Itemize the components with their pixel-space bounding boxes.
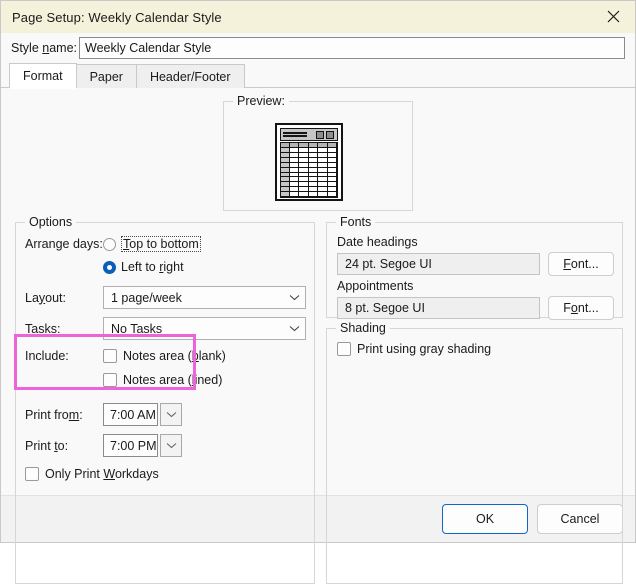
close-icon[interactable] bbox=[591, 1, 635, 32]
chevron-down-icon[interactable] bbox=[160, 403, 182, 426]
preview-grid-cell bbox=[327, 192, 337, 197]
print-to-value[interactable]: 7:00 PM bbox=[103, 434, 158, 457]
shading-group: Shading Print using gray shading bbox=[326, 321, 623, 584]
date-headings-font-button[interactable]: Font... bbox=[548, 252, 614, 276]
tab-format[interactable]: Format bbox=[9, 63, 77, 89]
print-to-row: Print to: 7:00 PM bbox=[25, 434, 182, 457]
print-from-row: Print from: 7:00 AM bbox=[25, 403, 182, 426]
preview-group: Preview: bbox=[223, 94, 413, 211]
include-row-2: Notes area (lined) bbox=[103, 373, 222, 387]
layout-dropdown[interactable]: 1 page/week bbox=[103, 286, 306, 309]
print-from-value[interactable]: 7:00 AM bbox=[103, 403, 158, 426]
preview-grid-cell bbox=[299, 192, 309, 197]
fonts-group: Fonts Date headings 24 pt. Segoe UI Font… bbox=[326, 215, 623, 320]
style-name-input[interactable] bbox=[79, 37, 625, 59]
preview-grid-cell bbox=[290, 192, 300, 197]
tab-paper[interactable]: Paper bbox=[75, 64, 137, 88]
tasks-row: Tasks: No Tasks bbox=[25, 317, 306, 340]
checkbox-only-print-workdays-label[interactable]: Only Print Workdays bbox=[45, 467, 159, 481]
tasks-value: No Tasks bbox=[111, 321, 163, 336]
chevron-down-icon[interactable] bbox=[160, 434, 182, 457]
layout-value: 1 page/week bbox=[111, 290, 182, 305]
options-legend: Options bbox=[25, 215, 77, 229]
checkbox-print-using-gray-shading[interactable] bbox=[337, 342, 351, 356]
appointments-font-button[interactable]: Fo nt... bbox=[548, 296, 614, 320]
appointments-value: 8 pt. Segoe UI bbox=[337, 297, 540, 319]
title-bar: Page Setup: Weekly Calendar Style bbox=[1, 1, 635, 33]
tab-strip: Format Paper Header/Footer bbox=[1, 63, 635, 89]
radio-top-to-bottom[interactable] bbox=[103, 237, 116, 251]
preview-legend: Preview: bbox=[233, 94, 289, 108]
date-headings-label: Date headings bbox=[337, 235, 418, 249]
page-setup-dialog: Page Setup: Weekly Calendar Style Style … bbox=[0, 0, 636, 584]
date-headings-value: 24 pt. Segoe UI bbox=[337, 253, 540, 275]
style-name-row: Style name: bbox=[1, 33, 635, 63]
checkbox-notes-area-lined[interactable] bbox=[103, 373, 117, 387]
appointments-label: Appointments bbox=[337, 279, 414, 293]
style-name-label: Style name: bbox=[11, 41, 78, 55]
preview-thumb-header bbox=[280, 128, 338, 141]
preview-thumb-mini-months bbox=[316, 130, 334, 139]
checkbox-notes-area-blank[interactable] bbox=[103, 349, 117, 363]
print-to-dropdown[interactable]: 7:00 PM bbox=[103, 434, 182, 457]
print-from-dropdown[interactable]: 7:00 AM bbox=[103, 403, 182, 426]
checkbox-print-using-gray-shading-label[interactable]: Print using gray shading bbox=[357, 342, 491, 356]
layout-row: Layout: 1 page/week bbox=[25, 286, 306, 309]
dialog-body: Preview: Options Arrange days: Top to bo… bbox=[1, 88, 635, 584]
preview-grid-cell bbox=[318, 192, 328, 197]
print-from-label: Print from: bbox=[25, 407, 83, 422]
shading-row: Print using gray shading bbox=[337, 342, 491, 356]
preview-thumbnail bbox=[275, 123, 343, 201]
radio-left-to-right[interactable] bbox=[103, 260, 116, 274]
tab-header-footer[interactable]: Header/Footer bbox=[135, 64, 245, 88]
only-print-workdays-row: Only Print Workdays bbox=[25, 467, 159, 481]
preview-grid-cell bbox=[281, 192, 290, 197]
include-row: Include: Notes area (blank) bbox=[25, 349, 226, 363]
shading-legend: Shading bbox=[336, 321, 390, 335]
tasks-label: Tasks: bbox=[25, 321, 61, 336]
window-title: Page Setup: Weekly Calendar Style bbox=[12, 9, 222, 25]
options-group: Options Arrange days: Top to bottom Left… bbox=[15, 215, 315, 584]
checkbox-notes-area-lined-label[interactable]: Notes area (lined) bbox=[123, 373, 222, 387]
layout-label: Layout: bbox=[25, 290, 67, 305]
checkbox-only-print-workdays[interactable] bbox=[25, 467, 39, 481]
print-to-label: Print to: bbox=[25, 438, 69, 453]
include-label: Include: bbox=[25, 349, 69, 363]
chevron-down-icon bbox=[283, 287, 305, 308]
arrange-days-label: Arrange days: bbox=[25, 237, 103, 251]
arrange-days-row-2: Left to right bbox=[103, 260, 184, 274]
radio-top-to-bottom-label[interactable]: Top to bottom bbox=[121, 236, 201, 252]
arrange-days-row: Arrange days: Top to bottom bbox=[25, 236, 201, 252]
chevron-down-icon bbox=[283, 318, 305, 339]
radio-left-to-right-label[interactable]: Left to right bbox=[121, 260, 184, 274]
preview-grid-cell bbox=[308, 192, 319, 197]
preview-thumb-grid bbox=[280, 142, 338, 198]
tasks-dropdown[interactable]: No Tasks bbox=[103, 317, 306, 340]
fonts-legend: Fonts bbox=[336, 215, 376, 229]
preview-thumb-title-lines bbox=[283, 131, 316, 138]
checkbox-notes-area-blank-label[interactable]: Notes area (blank) bbox=[123, 349, 226, 363]
